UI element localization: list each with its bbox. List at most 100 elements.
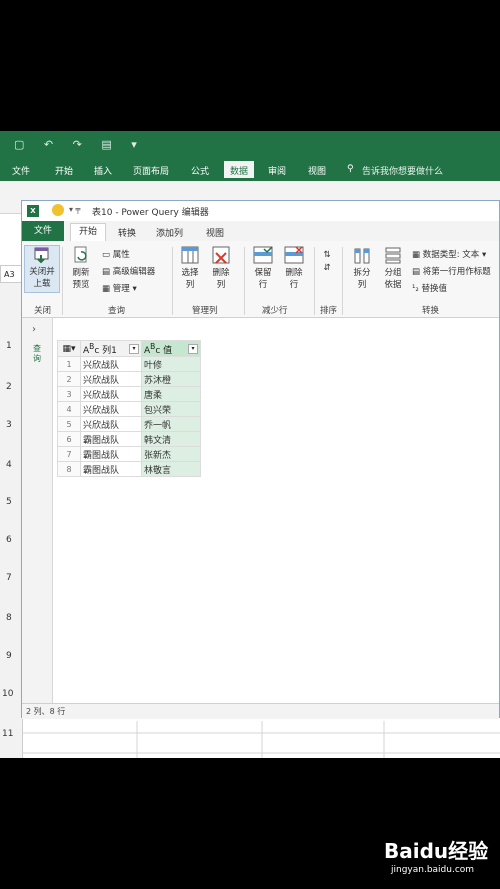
split-column-button[interactable]: 拆分 列 — [349, 245, 375, 291]
advanced-editor-label: 高级编辑器 — [112, 267, 156, 277]
data-type-dropdown[interactable]: ▦ 数据类型: 文本 ▾ — [412, 249, 486, 261]
cell-value[interactable]: 张新杰 — [141, 446, 201, 462]
cell-value[interactable]: 唐柔 — [141, 386, 201, 402]
properties-button[interactable]: ▭ 属性 — [102, 249, 130, 261]
excel-logo-icon: X — [27, 205, 39, 217]
cell-value[interactable]: 韩文清 — [141, 431, 201, 447]
cell-col1[interactable]: 兴欣战队 — [80, 386, 142, 402]
row-index[interactable]: 1 — [57, 356, 81, 372]
cell-value[interactable]: 林敬言 — [141, 461, 201, 477]
sort-buttons[interactable]: ⇅ ⇵ — [320, 249, 334, 275]
cell-value[interactable]: 叶修 — [141, 356, 201, 372]
cell-col1[interactable]: 兴欣战队 — [80, 356, 142, 372]
column-header-value[interactable]: ABc 值 ▾ — [141, 340, 201, 357]
group-by-button[interactable]: 分组 依据 — [380, 245, 406, 291]
row-index[interactable]: 5 — [57, 416, 81, 432]
tell-me-box[interactable]: 告诉我你想要做什么 — [362, 164, 443, 177]
filter-dropdown-icon[interactable]: ▾ — [188, 343, 198, 354]
group-label-sort: 排序 — [320, 306, 338, 316]
cell-col1[interactable]: 霸图战队 — [80, 461, 142, 477]
queries-pane-label[interactable]: 查询 — [33, 344, 43, 364]
use-first-row-as-headers-button[interactable]: ▤ 将第一行用作标题 — [412, 266, 491, 278]
row-number: 6 — [6, 535, 12, 545]
pq-tab-bar: 文件 开始 转换 添加列 视图 — [22, 221, 499, 242]
row-headers: 1 2 3 4 5 6 7 8 9 10 11 — [0, 283, 23, 758]
text-type-icon[interactable]: ABc — [144, 342, 160, 356]
advanced-editor-icon: ▤ — [102, 267, 111, 277]
row-index[interactable]: 2 — [57, 371, 81, 387]
remove-rows-button[interactable]: 删除 行 — [281, 245, 307, 291]
tab-data[interactable]: 数据 — [224, 161, 255, 178]
pq-window-title: 表10 - Power Query 编辑器 — [92, 208, 209, 218]
choose-columns-icon — [181, 246, 199, 264]
manage-button[interactable]: ▦ 管理 ▾ — [102, 283, 137, 295]
quick-access-toolbar[interactable]: ▢ ↶ ↷ ▤ ▾ — [14, 138, 145, 151]
row-index[interactable]: 4 — [57, 401, 81, 417]
pq-tab-add-column[interactable]: 添加列 — [156, 226, 183, 239]
refresh-preview-label: 刷新 预览 — [72, 268, 90, 290]
cell-col1[interactable]: 霸图战队 — [80, 431, 142, 447]
properties-icon: ▭ — [102, 250, 111, 260]
column-header-col1[interactable]: ABc 列1 ▾ — [80, 340, 142, 357]
cell-col1[interactable]: 兴欣战队 — [80, 401, 142, 417]
cell-col1[interactable]: 兴欣战队 — [80, 416, 142, 432]
text-type-icon[interactable]: ABc — [83, 342, 99, 356]
tab-formulas[interactable]: 公式 — [191, 164, 209, 177]
replace-values-icon: ¹₂ — [412, 284, 419, 294]
row-index[interactable]: 3 — [57, 386, 81, 402]
tab-view[interactable]: 视图 — [308, 164, 326, 177]
pq-tab-home[interactable]: 开始 — [70, 223, 107, 241]
close-load-button[interactable]: 关闭并 上载 — [24, 245, 60, 293]
keep-rows-button[interactable]: 保留 行 — [250, 245, 276, 291]
cell-value[interactable]: 乔一帆 — [141, 416, 201, 432]
table-menu-icon[interactable]: ▦▾ — [57, 340, 81, 357]
cell-value[interactable]: 苏沐橙 — [141, 371, 201, 387]
row-index[interactable]: 6 — [57, 431, 81, 447]
excel-title-bar: ▢ ↶ ↷ ▤ ▾ — [0, 131, 500, 157]
sort-ascending-icon[interactable]: ⇅ — [323, 250, 330, 260]
row-number: 9 — [6, 651, 12, 661]
table-header-row: ▦▾ ABc 列1 ▾ ABc 值 ▾ — [57, 340, 201, 357]
row-number: 8 — [6, 613, 12, 623]
first-row-header-label: 将第一行用作标题 — [422, 267, 491, 277]
cell-col1[interactable]: 兴欣战队 — [80, 371, 142, 387]
tab-home[interactable]: 开始 — [55, 164, 73, 177]
ribbon-separator — [314, 247, 315, 315]
split-column-icon — [354, 248, 370, 264]
pq-tab-view[interactable]: 视图 — [206, 226, 224, 239]
refresh-preview-button[interactable]: 刷新 预览 — [66, 245, 96, 291]
expand-chevron-icon[interactable]: › — [32, 324, 36, 335]
table-row: 6 霸图战队 韩文清 — [57, 431, 201, 447]
column-header-label: 值 — [163, 345, 173, 356]
sort-descending-icon[interactable]: ⇵ — [323, 263, 330, 273]
smiley-feedback-icon[interactable] — [52, 204, 64, 216]
choose-columns-button[interactable]: 选择 列 — [177, 245, 203, 291]
pq-title-bar: X ▾ ╤ 表10 - Power Query 编辑器 — [22, 201, 499, 221]
filter-dropdown-icon[interactable]: ▾ — [129, 343, 139, 354]
tab-insert[interactable]: 插入 — [94, 164, 112, 177]
advanced-editor-button[interactable]: ▤ 高级编辑器 — [102, 266, 155, 278]
pq-tab-file[interactable]: 文件 — [22, 221, 64, 241]
first-row-header-icon: ▤ — [412, 267, 421, 277]
row-index[interactable]: 7 — [57, 446, 81, 462]
data-type-label: 数据类型: 文本 — [422, 250, 480, 260]
group-by-icon — [385, 247, 401, 264]
replace-values-button[interactable]: ¹₂ 替换值 — [412, 283, 447, 295]
pq-quick-access-icon[interactable]: ▾ ╤ — [69, 205, 80, 214]
tab-review[interactable]: 审阅 — [268, 164, 286, 177]
table-row: 4 兴欣战队 包兴荣 — [57, 401, 201, 417]
cell-col1[interactable]: 霸图战队 — [80, 446, 142, 462]
row-number: 7 — [6, 573, 12, 583]
remove-columns-button[interactable]: 删除 列 — [208, 245, 234, 291]
queries-pane-collapsed: › 查询 — [22, 318, 53, 703]
power-query-editor-window: X ▾ ╤ 表10 - Power Query 编辑器 文件 开始 转换 添加列… — [21, 200, 500, 719]
pq-ribbon: 关闭并 上载 刷新 预览 ▭ 属性 ▤ 高级编辑器 ▦ 管理 ▾ 选择 列 删除… — [22, 241, 499, 318]
cell-value[interactable]: 包兴荣 — [141, 401, 201, 417]
tab-file[interactable]: 文件 — [12, 164, 30, 177]
row-index[interactable]: 8 — [57, 461, 81, 477]
tab-page-layout[interactable]: 页面布局 — [133, 164, 169, 177]
group-label-query: 查询 — [108, 306, 126, 316]
row-number: 11 — [2, 729, 14, 739]
pq-tab-transform[interactable]: 转换 — [118, 226, 136, 239]
row-number: 5 — [6, 497, 12, 507]
